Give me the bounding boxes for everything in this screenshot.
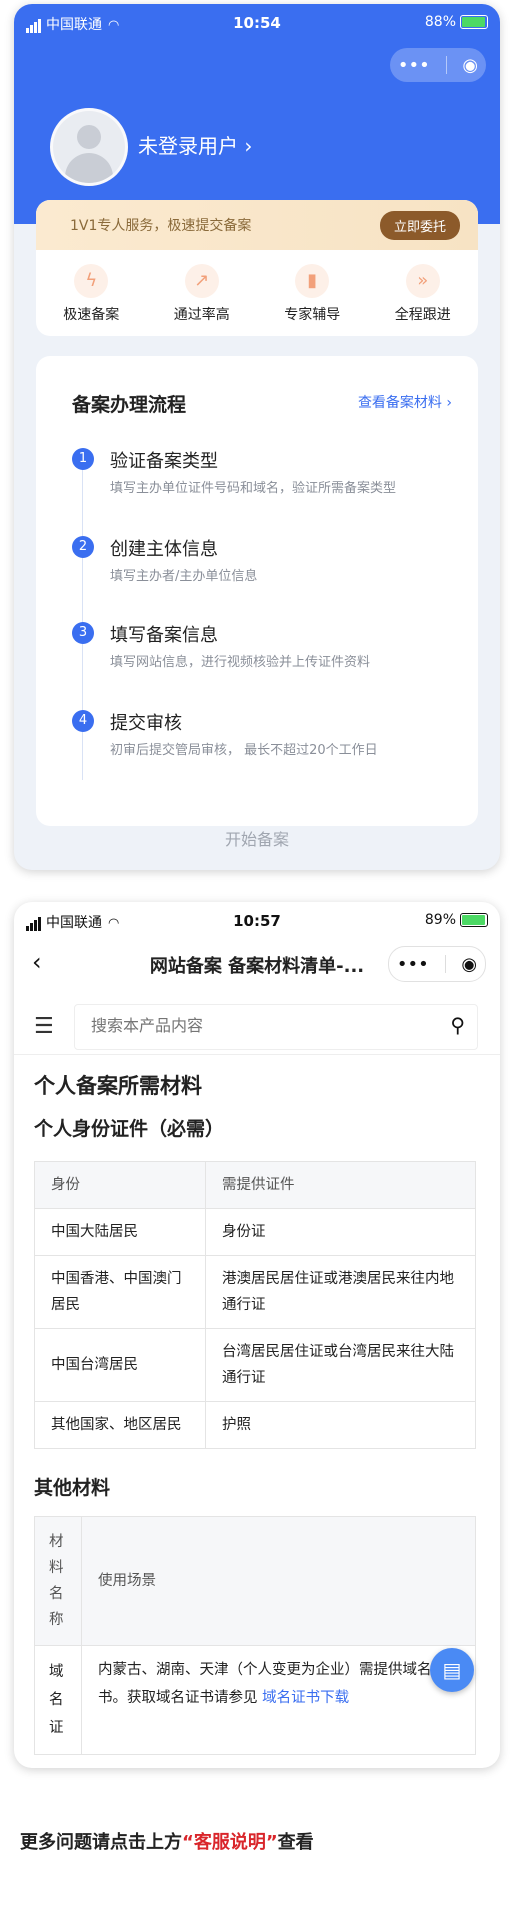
- step-number: 1: [72, 448, 94, 470]
- battery-icon: [460, 15, 488, 29]
- feature-label: 通过率高: [173, 307, 230, 323]
- service-banner-text: 1V1专人服务，极速提交备案: [70, 218, 252, 234]
- process-title: 备案办理流程: [72, 394, 187, 416]
- mini-program-capsule: ••• ◉: [390, 48, 486, 82]
- step-title: 验证备案类型: [110, 451, 218, 472]
- table-cell: 中国香港、中国澳门居民: [34, 1255, 206, 1329]
- nav-bar: ‹ 网站备案 备案材料清单-... ••• ◉: [14, 942, 500, 986]
- step-number: 4: [72, 710, 94, 732]
- battery-icon: [460, 913, 488, 927]
- search-row: ☰ ⚲: [14, 1002, 500, 1055]
- forward-icon: »: [405, 264, 440, 298]
- table-header: 使用场景: [81, 1516, 476, 1646]
- other-materials-heading: 其他材料: [34, 1477, 111, 1499]
- document-float-icon[interactable]: ▤: [430, 1648, 474, 1692]
- table-header-row: 材料名称 使用场景: [34, 1516, 476, 1646]
- feature-item: ϟ 极速备案: [41, 264, 141, 324]
- footer-highlight: “客服说明”: [182, 1832, 278, 1853]
- step-desc: 填写主办单位证件号码和域名，验证所需备案类型: [110, 481, 397, 496]
- lightning-icon: ϟ: [74, 264, 109, 298]
- table-cell: 身份证: [205, 1208, 476, 1256]
- table-cell: 中国台湾居民: [34, 1328, 206, 1402]
- profile-header: 中国联通 ◠ 10:54 88% ••• ◉ 未登录用户 ›: [14, 4, 500, 224]
- table-row: 中国大陆居民 身份证: [34, 1208, 476, 1256]
- table-cell: 中国大陆居民: [34, 1208, 206, 1256]
- entrust-button[interactable]: 立即委托: [379, 210, 460, 240]
- table-header: 需提供证件: [205, 1161, 476, 1209]
- search-box: ⚲: [74, 1004, 478, 1050]
- table-header: 材料名称: [34, 1516, 82, 1646]
- capsule-divider: [445, 56, 447, 74]
- battery-percent: 89%: [424, 912, 456, 928]
- table-row: 中国香港、中国澳门居民 港澳居民居住证或港澳居民来往内地通行证: [34, 1255, 476, 1329]
- feature-list: ϟ 极速备案 ↗ 通过率高 ▮ 专家辅导 » 全程跟进: [36, 250, 478, 324]
- doc-content: 个人备案所需材料 个人身份证件（必需） 身份 需提供证件 中国大陆居民 身份证 中…: [34, 1070, 482, 1755]
- search-icon[interactable]: ⚲: [450, 1013, 465, 1037]
- feature-item: ▮ 专家辅导: [262, 264, 362, 324]
- status-bar: 中国联通 ◠ 10:57 89%: [14, 902, 500, 942]
- battery-status: 88%: [425, 14, 488, 30]
- process-card: 备案办理流程 查看备案材料 › 1 验证备案类型 填写主办单位证件号码和域名，验…: [36, 356, 478, 826]
- feature-label: 专家辅导: [284, 307, 341, 323]
- table-row: 中国台湾居民 台湾居民居住证或台湾居民来往大陆通行证: [34, 1328, 476, 1402]
- table-cell: 其他国家、地区居民: [34, 1401, 206, 1449]
- table-cell: 域名证: [34, 1645, 82, 1755]
- id-document-table: 身份 需提供证件 中国大陆居民 身份证 中国香港、中国澳门居民 港澳居民居住证或港澳…: [34, 1161, 476, 1449]
- doc-heading: 个人备案所需材料: [34, 1074, 202, 1098]
- table-header: 身份: [34, 1161, 206, 1209]
- close-circle-icon[interactable]: ◉: [462, 55, 478, 76]
- feature-item: ↗ 通过率高: [152, 264, 252, 324]
- footer-suffix: 查看: [277, 1832, 314, 1853]
- table-header-row: 身份 需提供证件: [34, 1161, 476, 1209]
- other-materials-table: 材料名称 使用场景 域名证 内蒙古、湖南、天津（个人变更为企业）需提供域名证书。…: [34, 1516, 476, 1755]
- step-desc: 填写主办者/主办单位信息: [110, 569, 258, 584]
- step-desc: 初审后提交管局审核， 最长不超过20个工作日: [110, 743, 378, 758]
- step-title: 填写备案信息: [110, 625, 218, 646]
- menu-list-icon[interactable]: ☰: [34, 1014, 54, 1039]
- battery-status: 89%: [425, 912, 488, 928]
- domain-certificate-link[interactable]: 域名证书下载: [262, 1690, 349, 1706]
- login-user-link[interactable]: 未登录用户 ›: [138, 130, 252, 159]
- search-input[interactable]: [89, 1015, 423, 1036]
- battery-percent: 88%: [424, 14, 456, 30]
- footer-prefix: 更多问题请点击上方: [20, 1832, 182, 1853]
- screen-material-list: 中国联通 ◠ 10:57 89% ‹ 网站备案 备案材料清单-... ••• ◉ …: [14, 902, 500, 1768]
- table-cell: 港澳居民居住证或港澳居民来往内地通行证: [205, 1255, 476, 1329]
- step-title: 创建主体信息: [110, 539, 218, 560]
- service-card: 1V1专人服务，极速提交备案 立即委托 ϟ 极速备案 ↗ 通过率高 ▮ 专家辅导 » 全…: [36, 200, 478, 336]
- service-banner: 1V1专人服务，极速提交备案 立即委托: [36, 200, 478, 250]
- table-cell: 护照: [205, 1401, 476, 1449]
- more-icon[interactable]: •••: [397, 954, 429, 975]
- status-bar: 中国联通 ◠ 10:54 88%: [14, 4, 500, 44]
- mini-program-capsule: ••• ◉: [388, 946, 486, 982]
- step-number: 3: [72, 622, 94, 644]
- close-circle-icon[interactable]: ◉: [461, 954, 477, 975]
- table-row: 域名证 内蒙古、湖南、天津（个人变更为企业）需提供域名证书。获取域名证书请参见 …: [34, 1645, 476, 1755]
- view-materials-link[interactable]: 查看备案材料 ›: [358, 392, 452, 412]
- screen-record-home: 中国联通 ◠ 10:54 88% ••• ◉ 未登录用户 › 1V1专人服务，极速…: [14, 4, 500, 870]
- start-record-button[interactable]: 开始备案: [14, 826, 500, 850]
- more-icon[interactable]: •••: [398, 55, 430, 76]
- doc-subheading: 个人身份证件（必需）: [34, 1118, 225, 1140]
- step-title: 提交审核: [110, 713, 182, 734]
- table-cell: 台湾居民居住证或台湾居民来往大陆通行证: [205, 1328, 476, 1402]
- feature-label: 极速备案: [63, 307, 120, 323]
- step-number: 2: [72, 536, 94, 558]
- feature-item: » 全程跟进: [373, 264, 473, 324]
- feature-label: 全程跟进: [394, 307, 451, 323]
- table-row: 其他国家、地区居民 护照: [34, 1401, 476, 1449]
- step-desc: 填写网站信息，进行视频核验并上传证件资料: [110, 655, 371, 670]
- bookmark-icon: ▮: [295, 264, 330, 298]
- avatar[interactable]: [50, 108, 128, 186]
- step-connector: [82, 460, 83, 780]
- arrow-up-icon: ↗: [184, 264, 219, 298]
- capsule-divider: [444, 955, 446, 973]
- footer-note: 更多问题请点击上方“客服说明”查看: [20, 1828, 314, 1854]
- table-cell: 内蒙古、湖南、天津（个人变更为企业）需提供域名证书。获取域名证书请参见 域名证书…: [81, 1645, 476, 1755]
